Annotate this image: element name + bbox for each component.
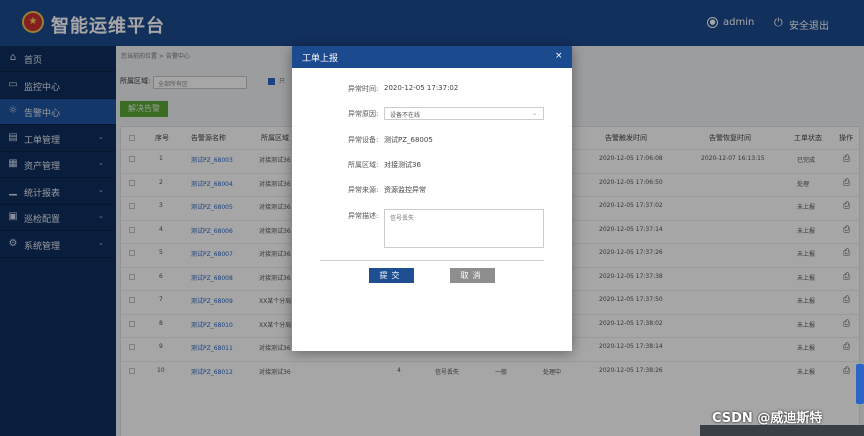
close-icon[interactable]: × bbox=[555, 51, 563, 61]
submit-button[interactable]: 提交 bbox=[369, 268, 414, 283]
ticket-report-dialog: 工单上报 × 异常时间: 2020-12-05 17:37:02 异常原因: 设… bbox=[292, 46, 572, 351]
cancel-button[interactable]: 取消 bbox=[450, 268, 495, 283]
area-value: 对接测试36 bbox=[384, 161, 421, 169]
bottom-strip bbox=[700, 425, 864, 436]
device-value: 测试PZ_68005 bbox=[384, 136, 433, 144]
dialog-header: 工单上报 × bbox=[292, 46, 572, 68]
dialog-title: 工单上报 bbox=[302, 54, 339, 64]
time-label: 异常时间: bbox=[348, 85, 379, 93]
reason-select[interactable]: 设备不在线 ⌄ bbox=[384, 107, 544, 120]
source-value: 资源监控异常 bbox=[384, 186, 426, 194]
desc-textarea[interactable]: 信号丢失 bbox=[384, 209, 544, 248]
area-label: 所属区域: bbox=[348, 161, 379, 169]
reason-value: 设备不在线 bbox=[390, 112, 421, 119]
reason-label: 异常原因: bbox=[348, 110, 379, 118]
device-label: 异常设备: bbox=[348, 136, 379, 144]
desc-label: 异常描述: bbox=[348, 212, 379, 220]
dialog-divider bbox=[320, 260, 544, 261]
chevron-down-icon: ⌄ bbox=[532, 110, 538, 117]
floating-side-widget[interactable] bbox=[856, 364, 864, 404]
source-label: 异常来源: bbox=[348, 186, 379, 194]
csdn-watermark: CSDN @威迪斯特 bbox=[712, 411, 823, 426]
time-value: 2020-12-05 17:37:02 bbox=[384, 84, 459, 92]
